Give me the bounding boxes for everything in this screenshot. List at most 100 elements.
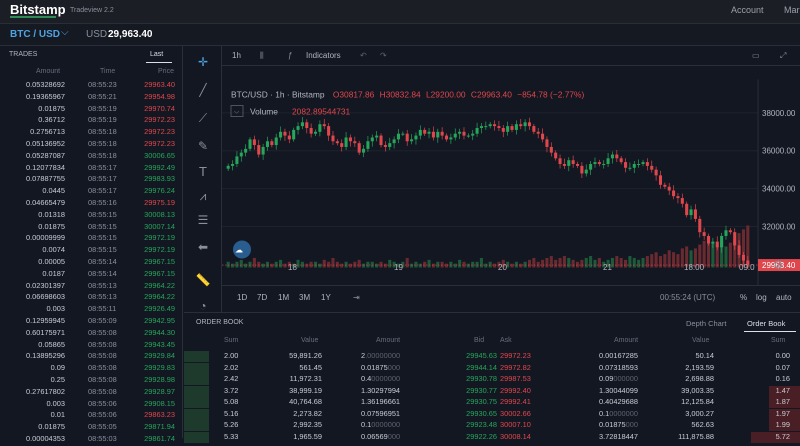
order-book-row[interactable]: 5.08 40,764.68 1.36196661 29930.75 29992.41 0… bbox=[184, 397, 800, 409]
percent-toggle[interactable]: % bbox=[740, 293, 747, 302]
order-book-row[interactable]: 3.72 38,999.19 1.30297994 29930.77 29992.40 1… bbox=[184, 385, 800, 398]
log-toggle[interactable]: log bbox=[756, 293, 767, 302]
indicators-icon[interactable]: ƒ bbox=[288, 51, 292, 60]
order-book-row[interactable]: 2.02 561.45 0.01875000 29944.14 29972.82 0.07… bbox=[184, 362, 800, 375]
range-1d[interactable]: 1D bbox=[237, 293, 247, 302]
range-3m[interactable]: 3M bbox=[299, 293, 310, 302]
trade-price: 29943.45 bbox=[144, 339, 175, 349]
pattern-icon[interactable]: ⩘ bbox=[195, 188, 211, 204]
trade-price: 29929.83 bbox=[144, 363, 175, 373]
ask-sum: 0.00 bbox=[775, 351, 790, 360]
utc-clock[interactable]: 00:55:24 (UTC) bbox=[660, 293, 715, 302]
fib-tool-icon[interactable]: ⟋ bbox=[195, 110, 211, 126]
pair-selector[interactable]: BTC / USD bbox=[10, 29, 60, 40]
tab-order-book[interactable]: Order Book bbox=[747, 319, 785, 328]
nav-market-link[interactable]: Mar bbox=[784, 5, 800, 15]
gear-icon[interactable]: ⚙ bbox=[773, 258, 784, 272]
trade-price: 29926.49 bbox=[144, 304, 175, 314]
candle-body bbox=[497, 126, 501, 129]
order-book-row[interactable]: 5.33 1,965.59 0.06569000 29922.26 30008.14 3.… bbox=[184, 431, 800, 444]
trade-amount: 0.01875 bbox=[38, 422, 65, 432]
trade-amount: 0.12077834 bbox=[25, 162, 65, 172]
volume-bar bbox=[628, 256, 632, 268]
undo-icon[interactable]: ↶ bbox=[360, 51, 367, 60]
candle-body bbox=[510, 126, 514, 130]
auto-toggle[interactable]: auto bbox=[776, 293, 792, 302]
bid-sum: 2.42 bbox=[224, 374, 239, 383]
back-arrow-icon[interactable]: ⬅ bbox=[195, 239, 211, 255]
trade-price: 29967.15 bbox=[144, 268, 175, 278]
chevron-down-icon: ⌵ bbox=[234, 109, 240, 116]
order-book-row[interactable]: 2.00 59,891.26 2.00000000 29945.63 29972.23 0… bbox=[184, 351, 800, 363]
volume-bar bbox=[257, 261, 261, 268]
nav-account-link[interactable]: Account bbox=[731, 5, 764, 15]
order-book-row[interactable]: 5.16 2,273.82 0.07596951 29930.65 30002.66 0.… bbox=[184, 408, 800, 421]
date-range-icon[interactable]: ⇥ bbox=[353, 293, 360, 302]
trade-price: 29972.23 bbox=[144, 115, 175, 125]
trades-col-price: Price bbox=[158, 68, 174, 75]
screenshot-icon[interactable]: ▭ bbox=[752, 51, 760, 60]
volume-bar bbox=[449, 261, 453, 268]
volume-bar bbox=[519, 263, 523, 268]
redo-icon[interactable]: ↷ bbox=[380, 51, 387, 60]
indicators-button[interactable]: Indicators bbox=[306, 51, 341, 60]
volume-bar bbox=[444, 263, 449, 268]
crosshair-icon[interactable]: ✛ bbox=[195, 54, 211, 70]
time-axis-label: 18 bbox=[288, 263, 297, 272]
trade-time: 08:55:09 bbox=[88, 316, 117, 325]
trade-amount: 0.05865 bbox=[38, 339, 65, 349]
candle-body bbox=[641, 162, 645, 164]
order-book-row[interactable]: 2.42 11,972.31 0.40000000 29930.78 29987.53 0… bbox=[184, 374, 800, 386]
candle-body bbox=[235, 156, 239, 164]
trade-row: 0.01875 08:55:05 29871.94 bbox=[0, 422, 183, 434]
candle-body bbox=[270, 141, 274, 146]
candle-body bbox=[475, 128, 479, 134]
trade-price: 29972.19 bbox=[144, 245, 175, 255]
volume-bar bbox=[353, 261, 357, 268]
candle-type-icon[interactable]: ⫼ bbox=[260, 51, 264, 61]
candle-body bbox=[309, 128, 313, 134]
candle-body bbox=[624, 162, 628, 168]
chevron-down-icon[interactable]: ⌵ bbox=[61, 27, 69, 38]
trade-row: 0.02301397 08:55:13 29964.22 bbox=[0, 281, 183, 293]
range-1y[interactable]: 1Y bbox=[321, 293, 331, 302]
trade-row: 0.01 08:55:06 29863.23 bbox=[0, 410, 183, 422]
trade-time: 08:55:08 bbox=[88, 327, 117, 337]
bitstamp-logo[interactable]: Bitstamp bbox=[10, 2, 66, 17]
range-7d[interactable]: 7D bbox=[257, 293, 267, 302]
candle-body bbox=[292, 129, 296, 140]
ask-price: 29992.40 bbox=[500, 385, 531, 395]
volume-bar bbox=[571, 259, 575, 268]
candle-body bbox=[680, 198, 684, 204]
ask-amount: 0.09000000 bbox=[598, 374, 638, 383]
trade-time: 08:55:08 bbox=[88, 386, 117, 396]
volume-bar bbox=[300, 261, 304, 268]
trade-price: 30006.65 bbox=[144, 150, 175, 160]
trade-row: 0.07887755 08:55:17 29983.93 bbox=[0, 174, 183, 186]
volume-bar bbox=[366, 261, 370, 268]
volume-bar bbox=[418, 263, 422, 268]
volume-bar bbox=[471, 261, 475, 268]
ruler-icon[interactable]: 📏 bbox=[195, 272, 211, 288]
tab-depth-chart[interactable]: Depth Chart bbox=[686, 319, 726, 328]
order-book-row[interactable]: 5.26 2,992.35 0.10000000 29923.48 30007.10 0.… bbox=[184, 420, 800, 432]
fullscreen-icon[interactable]: ⤢ bbox=[780, 51, 786, 61]
bid-amount: 0.06569000 bbox=[361, 431, 401, 441]
trade-amount: 0.01875 bbox=[38, 103, 65, 113]
brush-icon[interactable]: ✎ bbox=[195, 138, 211, 154]
text-tool-icon[interactable]: T bbox=[195, 164, 211, 180]
ask-amount: 0.10000000 bbox=[598, 408, 638, 418]
ask-value: 50.14 bbox=[695, 351, 715, 360]
trend-line-icon[interactable]: ╱ bbox=[195, 82, 211, 98]
tab-last[interactable]: Last bbox=[150, 51, 163, 58]
prediction-icon[interactable]: ☰ bbox=[195, 212, 211, 228]
trade-time: 08:55:08 bbox=[88, 339, 117, 349]
trade-price: 29928.98 bbox=[144, 375, 175, 384]
tab-order-book-underline bbox=[744, 331, 796, 332]
interval-selector[interactable]: 1h bbox=[232, 51, 241, 60]
range-1m[interactable]: 1M bbox=[278, 293, 289, 302]
volume-bar bbox=[493, 263, 497, 268]
candle-body bbox=[685, 203, 689, 216]
legend-high: H30832.84 bbox=[380, 90, 421, 100]
price-chart[interactable]: 38000.0036000.0034000.0032000.00 29963.4… bbox=[222, 66, 800, 312]
